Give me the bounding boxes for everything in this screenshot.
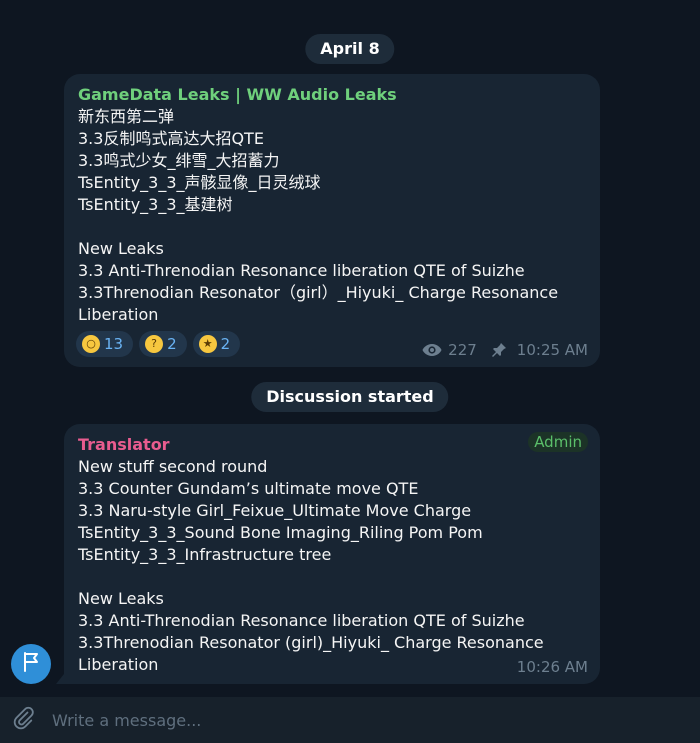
scream-emoji-icon: ○ [82,335,100,353]
sender-name[interactable]: Translator [78,434,586,456]
reaction-count: 2 [167,335,177,353]
discussion-started-pill: Discussion started [251,382,449,412]
channel-name[interactable]: GameData Leaks | WW Audio Leaks [78,84,586,106]
message-line [78,216,586,238]
reaction-count: 13 [104,335,124,353]
date-pill: April 8 [305,34,395,64]
message-line: TsEntity_3_3_Infrastructure tree [78,545,332,564]
admin-badge: Admin [528,432,588,452]
message-line: 新东西第二弹 [78,107,175,126]
message-line: 3.3 Anti-Threnodian Resonance liberation… [78,611,525,630]
message-line: TsEntity_3_3_声骸显像_日灵绒球 [78,173,321,192]
message-line: 3.3Threnodian Resonator (girl)_Hiyuki_ C… [78,633,544,652]
message-line: Liberation [78,305,159,324]
message-line: 3.3 Counter Gundam’s ultimate move QTE [78,479,419,498]
message-line: 3.3 Naru-style Girl_Feixue_Ultimate Move… [78,501,472,520]
reactions-bar: ○ 13 ? 2 ★ 2 [76,331,241,357]
reaction-count: 2 [220,335,231,353]
message-line: TsEntity_3_3_Sound Bone Imaging_Riling P… [78,523,483,542]
message-line: 3.3反制鸣式高达大招QTE [78,129,264,148]
message-composer [0,697,700,743]
reaction-scream[interactable]: ○ 13 [76,331,134,357]
sender-avatar[interactable] [11,644,51,684]
flag-icon [20,651,42,677]
chat-view: April 8 GameData Leaks | WW Audio Leaks … [0,0,700,743]
message-line: 3.3 Anti-Threnodian Resonance liberation… [78,261,525,280]
thinking-emoji-icon: ? [145,335,164,353]
message-line: New Leaks [78,589,164,608]
eye-icon [422,343,442,357]
paperclip-icon [11,706,35,734]
message-line: 3.3鸣式少女_绯雪_大招蓄力 [78,151,280,170]
message-line: New stuff second round [78,457,268,476]
view-count: 227 [448,341,477,359]
star-struck-emoji-icon: ★ [198,335,217,353]
message-line [78,566,586,588]
comment-meta: 10:26 AM [517,656,588,678]
post-time: 10:25 AM [516,341,588,359]
channel-post-bubble[interactable]: GameData Leaks | WW Audio Leaks 新东西第二弹 3… [64,74,600,367]
message-line: Liberation [78,655,159,674]
message-line: New Leaks [78,239,164,258]
reaction-thinking[interactable]: ? 2 [139,331,187,357]
message-line: TsEntity_3_3_基建树 [78,195,233,214]
attach-button[interactable] [8,705,38,735]
post-meta: 227 10:25 AM [422,339,588,361]
comment-time: 10:26 AM [516,658,588,676]
message-line: 3.3Threnodian Resonator（girl）_Hiyuki_ Ch… [78,283,559,302]
comment-bubble[interactable]: Translator Admin New stuff second round … [56,424,600,684]
message-input[interactable] [50,704,700,736]
reaction-star-struck[interactable]: ★ 2 [192,331,241,357]
pin-icon [491,342,507,358]
